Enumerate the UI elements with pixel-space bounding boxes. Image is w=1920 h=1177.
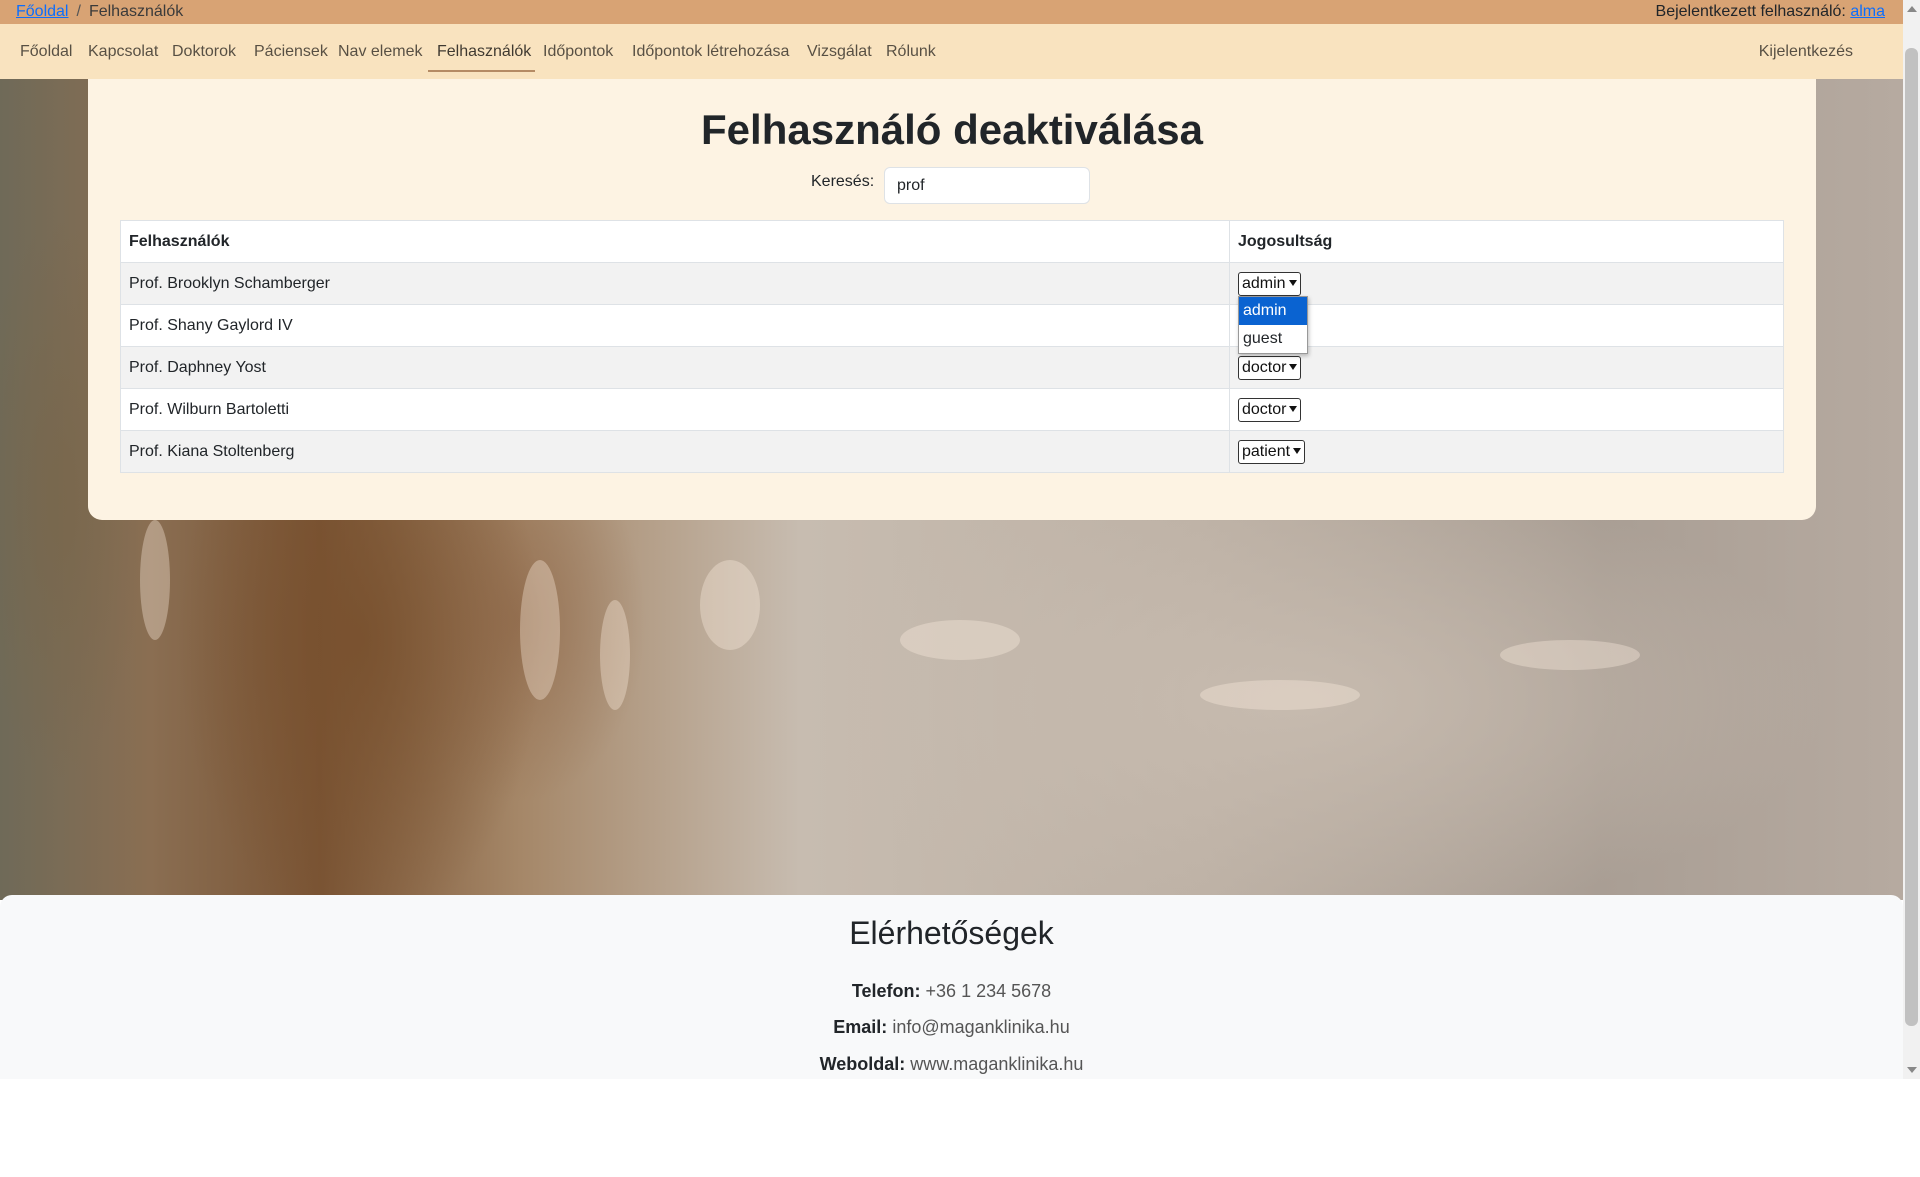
breadcrumb-home-link[interactable]: Főoldal: [16, 3, 68, 20]
user-name: Prof. Brooklyn Schamberger: [120, 262, 1230, 305]
breadcrumb: Főoldal / Felhasználók: [16, 3, 183, 21]
user-name: Prof. Daphney Yost: [120, 346, 1230, 389]
role-dropdown-list: admin guest: [1238, 296, 1308, 354]
breadcrumb-current: Felhasználók: [88, 3, 184, 20]
page-title: Felhasználó deaktiválása: [701, 106, 1203, 153]
web-label: Weboldal:: [819, 1054, 906, 1074]
table-row: Prof. Brooklyn Schamberger admin: [120, 262, 1784, 305]
phone-value: +36 1 234 5678: [925, 981, 1052, 1001]
chevron-down-icon: [1288, 279, 1297, 286]
column-header-role: Jogosultság: [1229, 220, 1784, 263]
chevron-down-icon: [1293, 447, 1302, 454]
users-table: Felhasználók Jogosultság Prof. Brooklyn …: [120, 220, 1784, 473]
breadcrumb-separator: /: [76, 3, 81, 20]
role-select[interactable]: doctor: [1238, 397, 1302, 422]
role-select[interactable]: doctor: [1238, 355, 1302, 380]
nav-item-nav-elemek[interactable]: Nav elemek: [338, 43, 422, 61]
vertical-scrollbar[interactable]: [1903, 0, 1920, 1079]
footer-phone: Telefon: +36 1 234 5678: [0, 981, 1903, 1002]
role-select[interactable]: patient: [1238, 439, 1306, 464]
table-row: Prof. Shany Gaylord IV: [120, 304, 1784, 347]
scroll-up-icon[interactable]: [1907, 6, 1917, 12]
role-select[interactable]: admin: [1238, 271, 1301, 296]
logged-in-label: Bejelentkezett felhasználó:: [1655, 3, 1846, 20]
footer: Elérhetőségek Telefon: +36 1 234 5678 Em…: [0, 895, 1903, 1079]
phone-label: Telefon:: [851, 981, 921, 1001]
footer-title: Elérhetőségek: [849, 915, 1054, 951]
user-name: Prof. Wilburn Bartoletti: [120, 388, 1230, 431]
chevron-down-icon: [1289, 363, 1298, 370]
scroll-down-icon[interactable]: [1907, 1067, 1917, 1073]
nav-item-doktorok[interactable]: Doktorok: [172, 43, 236, 61]
logged-in-username-link[interactable]: alma: [1850, 3, 1885, 20]
table-row: Prof. Kiana Stoltenberg patient: [120, 430, 1784, 473]
chevron-down-icon: [1289, 405, 1298, 412]
email-label: Email:: [833, 1017, 888, 1037]
nav-item-rolunk[interactable]: Rólunk: [886, 43, 936, 61]
email-value: info@maganklinika.hu: [892, 1017, 1070, 1037]
table-row: Prof. Daphney Yost doctor: [120, 346, 1784, 389]
footer-web: Weboldal: www.maganklinika.hu: [0, 1054, 1903, 1075]
scrollbar-thumb[interactable]: [1905, 48, 1918, 1026]
navbar: Főoldal Kapcsolat Doktorok Páciensek Nav…: [0, 24, 1903, 79]
logout-link[interactable]: Kijelentkezés: [1759, 43, 1853, 61]
logged-in-user: Bejelentkezett felhasználó: alma: [1656, 3, 1885, 21]
web-value: www.maganklinika.hu: [910, 1054, 1084, 1074]
nav-item-paciensek[interactable]: Páciensek: [254, 43, 328, 61]
nav-item-kapcsolat[interactable]: Kapcsolat: [88, 43, 158, 61]
nav-item-fooldal[interactable]: Főoldal: [20, 43, 72, 61]
role-select-value: admin: [1242, 274, 1286, 292]
role-select-value: doctor: [1242, 358, 1287, 376]
user-name: Prof. Shany Gaylord IV: [120, 304, 1230, 347]
nav-item-idopontok[interactable]: Időpontok: [543, 43, 613, 61]
nav-item-vizsgalat[interactable]: Vizsgálat: [807, 43, 872, 61]
footer-email: Email: info@maganklinika.hu: [0, 1017, 1903, 1038]
column-header-users: Felhasználók: [120, 220, 1230, 263]
dropdown-option-admin[interactable]: admin: [1239, 297, 1307, 325]
role-select-value: patient: [1242, 442, 1291, 460]
search-label: Keresés:: [811, 173, 875, 190]
main-card: Felhasználó deaktiválása Keresés: Felhas…: [88, 79, 1816, 520]
table-row: Prof. Wilburn Bartoletti doctor: [120, 388, 1784, 431]
nav-item-idopontok-letrehozasa[interactable]: Időpontok létrehozása: [632, 43, 789, 61]
role-select-value: doctor: [1242, 400, 1287, 418]
active-tab-indicator: [428, 70, 535, 72]
user-name: Prof. Kiana Stoltenberg: [120, 430, 1230, 473]
breadcrumb-bar: Főoldal / Felhasználók Bejelentkezett felh…: [0, 0, 1903, 24]
nav-item-felhasznalok[interactable]: Felhasználók: [437, 43, 531, 61]
search-input[interactable]: [884, 167, 1090, 204]
dropdown-option-guest[interactable]: guest: [1239, 325, 1307, 353]
